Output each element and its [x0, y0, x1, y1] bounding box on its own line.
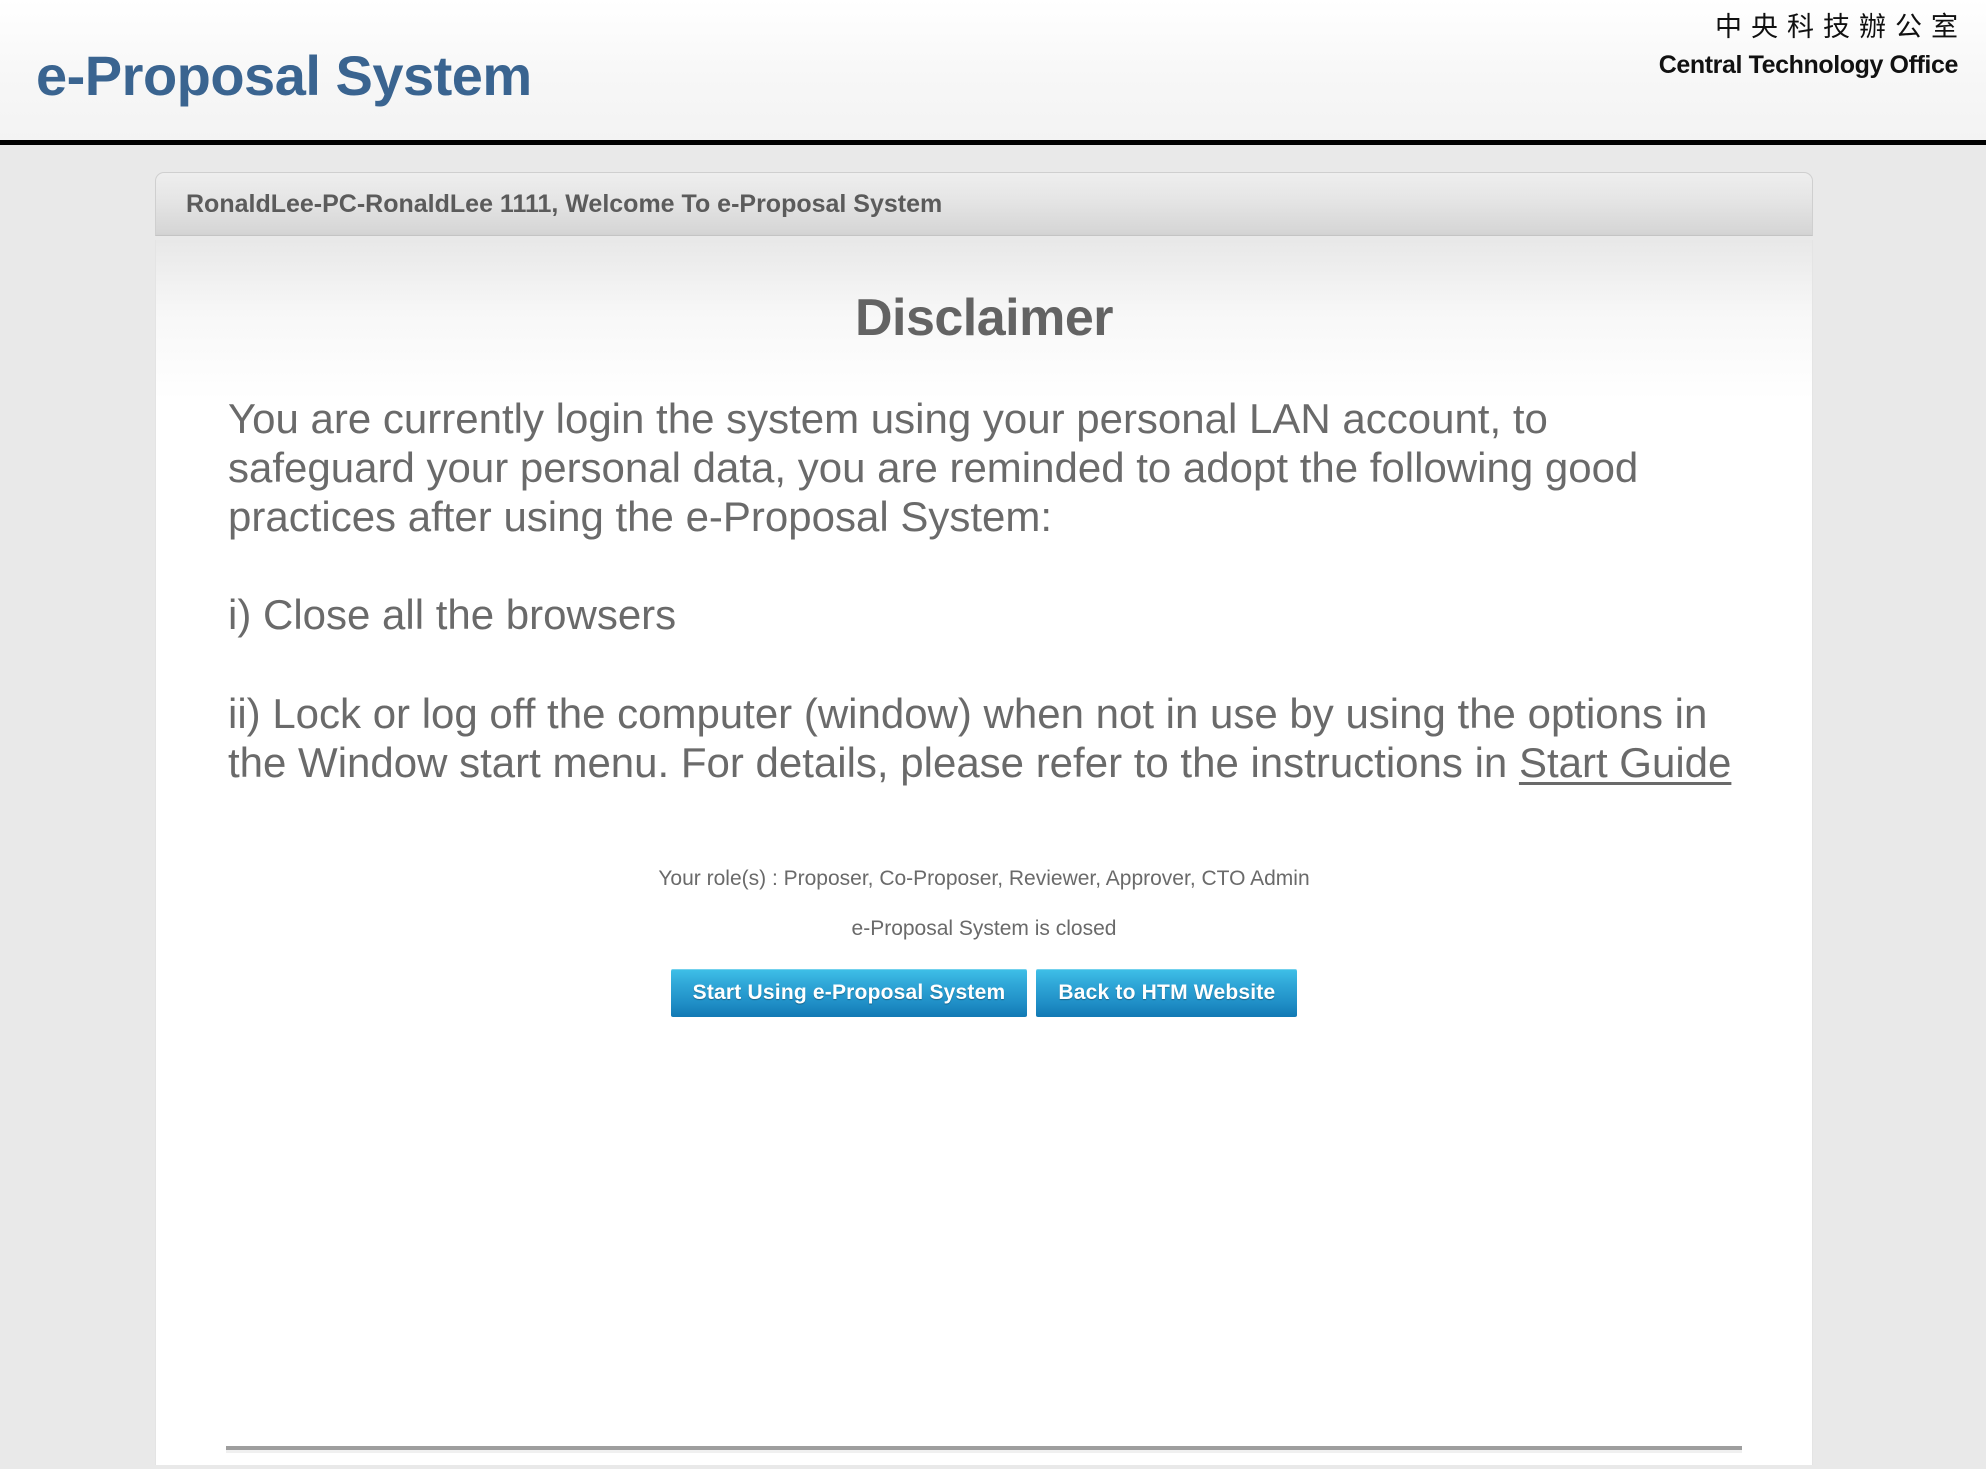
org-name-chinese: 中央科技辦公室	[1715, 12, 1967, 43]
welcome-message: RonaldLee-PC-RonaldLee 1111, Welcome To …	[186, 189, 943, 218]
page-title: e-Proposal System	[36, 44, 532, 107]
disclaimer-item-i: i) Close all the browsers	[228, 591, 677, 639]
organization-logo: 中央科技辦公室 Central Technology Office	[1658, 14, 1959, 79]
action-button-row: Start Using e-Proposal System Back to HT…	[226, 968, 1742, 1017]
start-guide-link[interactable]: Start Guide	[1519, 739, 1731, 786]
org-name-english: Central Technology Office	[1658, 51, 1959, 79]
content-card: Disclaimer You are currently login the s…	[155, 240, 1813, 1465]
disclaimer-intro-paragraph: You are currently login the system using…	[228, 395, 1639, 541]
site-header: e-Proposal System 中央科技辦公室 Central Techno…	[0, 0, 1986, 145]
footer-divider	[226, 1446, 1742, 1453]
welcome-bar: RonaldLee-PC-RonaldLee 1111, Welcome To …	[155, 172, 1813, 236]
main-panel: RonaldLee-PC-RonaldLee 1111, Welcome To …	[155, 172, 1813, 1465]
page-body: RonaldLee-PC-RonaldLee 1111, Welcome To …	[0, 145, 1986, 1469]
back-to-htm-website-button[interactable]: Back to HTM Website	[1036, 968, 1298, 1017]
system-status-text: e-Proposal System is closed	[851, 916, 1117, 940]
disclaimer-item-ii-text: ii) Lock or log off the computer (window…	[228, 689, 1708, 786]
disclaimer-body: You are currently login the system using…	[226, 394, 1742, 787]
user-roles-text: Your role(s) : Proposer, Co-Proposer, Re…	[658, 866, 1310, 890]
disclaimer-heading: Disclaimer	[854, 289, 1114, 347]
disclaimer-item-ii: ii) Lock or log off the computer (window…	[228, 689, 1742, 787]
start-using-system-button[interactable]: Start Using e-Proposal System	[670, 968, 1028, 1017]
